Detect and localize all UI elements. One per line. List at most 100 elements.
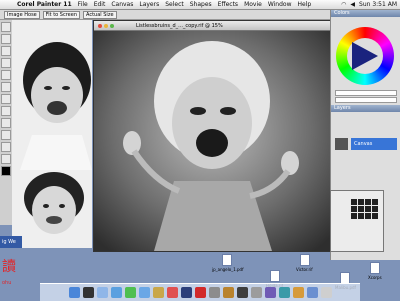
brush-dab[interactable] [358, 199, 364, 205]
file-label: Victor.rif [296, 267, 313, 272]
document-window[interactable]: Listlessbruins_d_..._copy.rif @ 15% [93, 20, 331, 252]
eraser-tool-icon[interactable] [1, 46, 11, 56]
background-window-tab[interactable]: ig We [0, 236, 22, 248]
trash-icon[interactable] [320, 287, 332, 298]
lasso-tool-icon[interactable] [1, 70, 11, 80]
reference-photo-bottom[interactable] [12, 170, 92, 248]
colors-panel-header[interactable]: Colors [331, 10, 400, 17]
crop-tool-icon[interactable] [1, 82, 11, 92]
brush-dab[interactable] [365, 213, 371, 219]
dashboard-icon[interactable] [82, 287, 94, 298]
brush-dab-grid[interactable] [351, 199, 378, 219]
reference-photo-top[interactable] [12, 20, 92, 170]
brush-dab[interactable] [372, 206, 378, 212]
minimize-icon[interactable] [104, 23, 108, 28]
document-titlebar[interactable]: Listlessbruins_d_..._copy.rif @ 15% [94, 21, 330, 31]
brush-dab[interactable] [365, 206, 371, 212]
menu-movie[interactable]: Movie [241, 1, 265, 8]
color-wheel[interactable] [336, 27, 394, 85]
app-icon[interactable] [222, 287, 234, 298]
select-tool-icon[interactable] [1, 58, 11, 68]
safari-icon[interactable] [110, 287, 122, 298]
colors-panel-title: Colors [334, 10, 350, 16]
layer-name: Canvas [354, 141, 373, 147]
menu-layers[interactable]: Layers [136, 1, 162, 8]
layer-row[interactable]: Canvas [351, 138, 397, 150]
app-icon[interactable] [250, 287, 262, 298]
folder-icon[interactable] [306, 287, 318, 298]
clock-text[interactable]: Sun 3:51 AM [359, 1, 397, 8]
rotate-tool-icon[interactable] [1, 154, 11, 164]
desktop-kanji: 讀 [2, 259, 16, 275]
desktop-kanji-sub: ohu [2, 280, 12, 286]
brush-dab[interactable] [372, 199, 378, 205]
property-item[interactable]: Actual Size [83, 10, 117, 19]
brush-dab[interactable] [351, 206, 357, 212]
hand-tool-icon[interactable] [1, 130, 11, 140]
app-icon[interactable] [236, 287, 248, 298]
close-icon[interactable] [98, 23, 102, 28]
calendar-icon[interactable] [166, 287, 178, 298]
text-tool-icon[interactable] [1, 94, 11, 104]
child-photo-image [12, 20, 92, 170]
file-icon[interactable] [270, 270, 280, 282]
brush-dab[interactable] [351, 213, 357, 219]
brush-dab[interactable] [372, 213, 378, 219]
app-icon[interactable] [278, 287, 290, 298]
brush-tool-icon[interactable] [1, 22, 11, 32]
file-icon[interactable] [300, 254, 310, 266]
preferences-icon[interactable] [208, 287, 220, 298]
brush-dab[interactable] [358, 213, 364, 219]
mail-icon[interactable] [96, 287, 108, 298]
menu-file[interactable]: File [75, 1, 91, 8]
layers-panel-header[interactable]: Layers [331, 105, 400, 112]
brush-panel[interactable] [330, 190, 384, 252]
brush-dab[interactable] [351, 199, 357, 205]
menu-effects[interactable]: Effects [215, 1, 241, 8]
volume-icon[interactable]: ◀ [350, 1, 355, 8]
color-slider[interactable] [335, 97, 397, 103]
property-bar: Image Hose Fit to Screen Actual Size [0, 10, 330, 20]
menu-select[interactable]: Select [162, 1, 187, 8]
file-icon[interactable] [222, 254, 232, 266]
iphoto-icon[interactable] [152, 287, 164, 298]
file-label: Xcorps [368, 275, 382, 280]
file-icon[interactable] [370, 262, 380, 274]
app-icon[interactable] [292, 287, 304, 298]
menubar-status: ◠ ◀ Sun 3:51 AM [341, 1, 400, 8]
dock [40, 283, 360, 301]
color-triangle[interactable] [352, 42, 378, 70]
menu-shapes[interactable]: Shapes [187, 1, 215, 8]
zoom-tool-icon[interactable] [1, 142, 11, 152]
property-item[interactable]: Image Hose [4, 10, 40, 19]
menu-window[interactable]: Window [265, 1, 295, 8]
color-slider[interactable] [335, 90, 397, 96]
itunes-icon[interactable] [138, 287, 150, 298]
app-icon[interactable] [264, 287, 276, 298]
brush-dab[interactable] [358, 206, 364, 212]
painter-icon[interactable] [194, 287, 206, 298]
dropper-tool-icon[interactable] [1, 34, 11, 44]
zoom-icon[interactable] [110, 23, 114, 28]
menu-bar: Corel Painter 11 File Edit Canvas Layers… [0, 0, 400, 10]
color-swatch-icon[interactable] [1, 166, 11, 176]
shape-tool-icon[interactable] [1, 106, 11, 116]
document-title: Listlessbruins_d_..._copy.rif @ 15% [136, 22, 223, 29]
menu-help[interactable]: Help [295, 1, 315, 8]
ichat-icon[interactable] [124, 287, 136, 298]
brush-dab[interactable] [365, 199, 371, 205]
file-label: jp_angelo_1.pdf [212, 267, 244, 272]
wifi-icon[interactable]: ◠ [341, 1, 346, 8]
menu-app-name[interactable]: Corel Painter 11 [14, 1, 75, 8]
menu-edit[interactable]: Edit [91, 1, 109, 8]
layers-panel-title: Layers [334, 105, 351, 111]
painting-canvas[interactable] [94, 31, 330, 251]
background-window-label: ig We [2, 239, 16, 245]
menu-canvas[interactable]: Canvas [108, 1, 136, 8]
painting-image [94, 31, 330, 251]
photoshop-icon[interactable] [180, 287, 192, 298]
property-item[interactable]: Fit to Screen [42, 10, 80, 19]
fill-tool-icon[interactable] [1, 118, 11, 128]
finder-icon[interactable] [68, 287, 80, 298]
layer-thumbnail[interactable] [335, 138, 348, 150]
